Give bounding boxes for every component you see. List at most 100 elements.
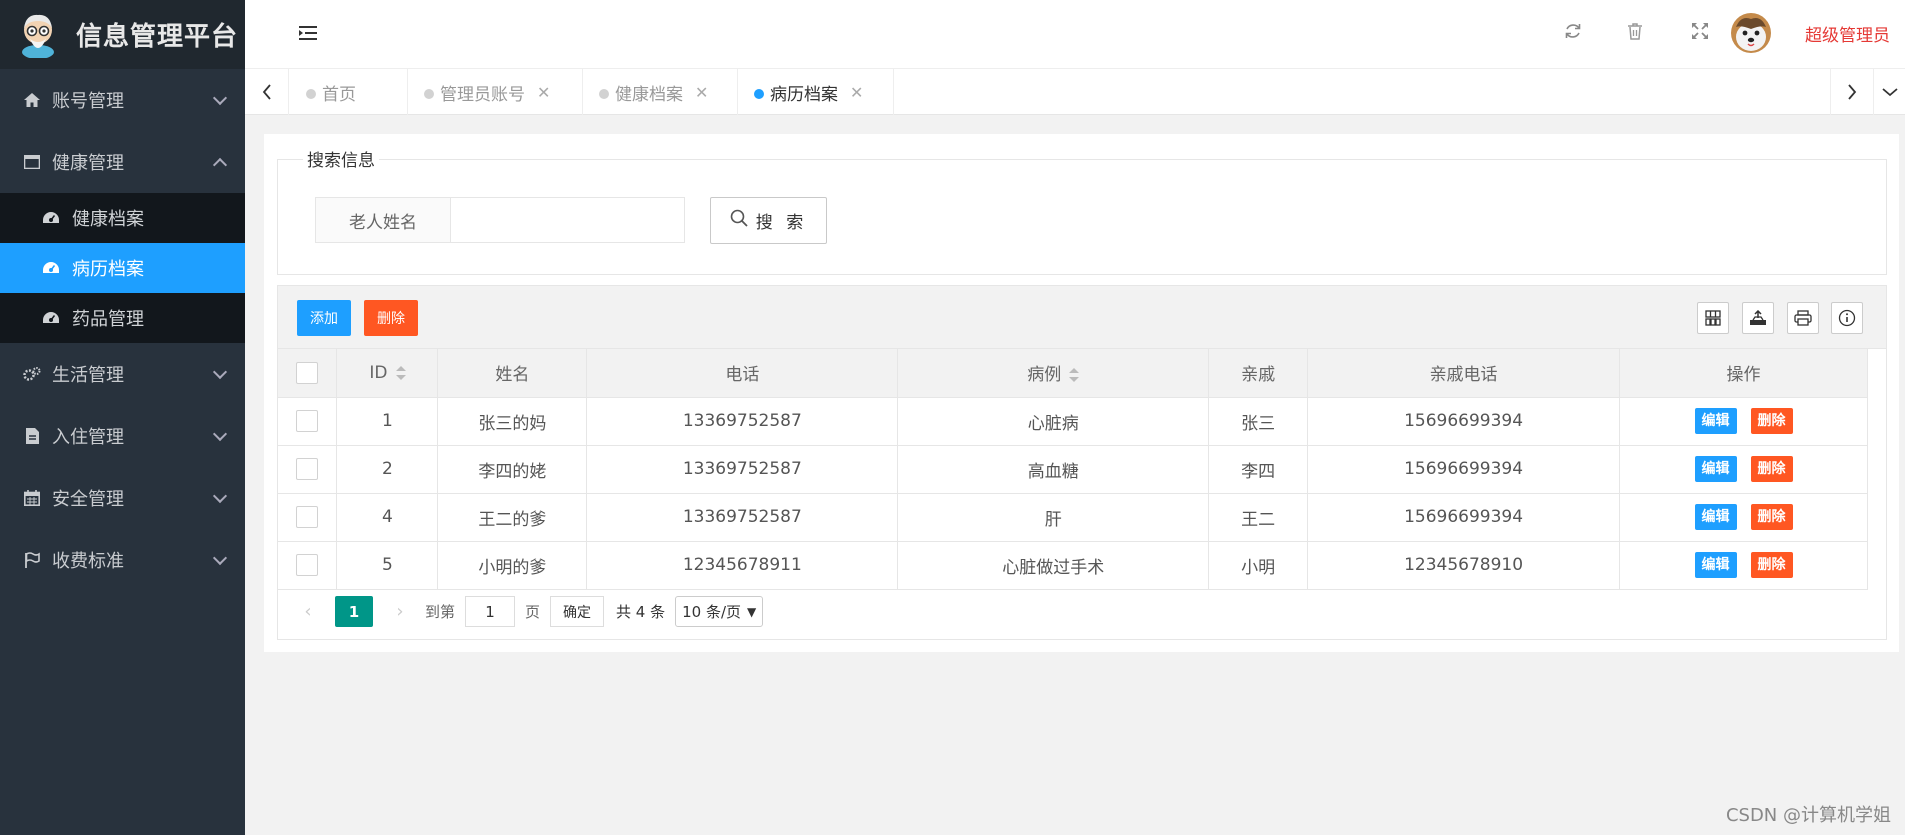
sidebar-item-health-record[interactable]: 健康档案 — [0, 193, 245, 243]
prev-page-icon[interactable]: ‹ — [293, 601, 323, 622]
sidebar-item-label: 健康档案 — [72, 209, 144, 230]
column-header-relative: 亲戚 — [1208, 349, 1309, 398]
next-page-icon[interactable]: › — [385, 601, 415, 622]
gears-icon — [22, 367, 42, 381]
search-panel: 搜索信息 老人姓名 搜 索 — [277, 146, 1887, 275]
edit-button[interactable]: 编辑 — [1694, 552, 1737, 578]
column-header-actions: 操作 — [1619, 349, 1868, 398]
menu-item-label: 健康管理 — [52, 153, 124, 174]
edit-button[interactable]: 编辑 — [1694, 504, 1737, 530]
cell-actions: 编辑 删除 — [1619, 445, 1868, 494]
row-checkbox[interactable] — [296, 506, 319, 528]
table-row: 2 李四的姥 13369752587 高血糖 李四 15696699394 编辑… — [278, 445, 1868, 494]
row-checkbox[interactable] — [296, 554, 319, 576]
sort-icon[interactable] — [1069, 368, 1080, 383]
app-title: 信息管理平台 — [76, 22, 239, 52]
header-select-all[interactable] — [278, 349, 338, 398]
tab-medical-record[interactable]: 病历档案 ✕ — [738, 69, 894, 115]
chevron-down-icon: ▼ — [747, 604, 757, 619]
file-icon — [22, 428, 42, 444]
row-checkbox[interactable] — [296, 458, 319, 480]
tab-label: 健康档案 — [615, 84, 683, 105]
goto-page-input[interactable]: 1 — [465, 596, 516, 627]
menu-item-account[interactable]: 账号管理 — [0, 69, 245, 131]
tab-label: 病历档案 — [770, 84, 838, 105]
delete-button[interactable]: 删除 — [1750, 552, 1793, 578]
menu-item-label: 生活管理 — [52, 365, 124, 386]
column-header-case[interactable]: 病例 — [897, 349, 1210, 398]
tab-home[interactable]: 首页 — [290, 69, 408, 115]
tab-dot-icon — [599, 89, 609, 99]
sidebar: 信息管理平台 账号管理 健康管理 健康档案 病历档案 药品管理 生活管理 入住管… — [0, 0, 245, 835]
menu-item-life[interactable]: 生活管理 — [0, 343, 245, 405]
cell-id: 2 — [336, 445, 439, 494]
sidebar-item-medical-record[interactable]: 病历档案 — [0, 243, 245, 293]
delete-button[interactable]: 删除 — [1750, 456, 1793, 482]
menu-item-fees[interactable]: 收费标准 — [0, 529, 245, 591]
flag-icon — [22, 552, 42, 568]
trash-icon[interactable] — [1627, 22, 1643, 44]
menu-item-health[interactable]: 健康管理 — [0, 131, 245, 193]
row-select-cell — [278, 445, 338, 494]
menu-toggle-icon[interactable] — [299, 25, 317, 45]
add-button[interactable]: 添加 — [297, 300, 351, 336]
cell-case: 心脏做过手术 — [897, 541, 1210, 590]
edit-button[interactable]: 编辑 — [1694, 456, 1737, 482]
info-icon[interactable] — [1831, 302, 1863, 334]
batch-delete-button[interactable]: 删除 — [364, 300, 418, 336]
calendar-icon — [22, 490, 42, 506]
window-icon — [22, 155, 42, 169]
cell-relative-phone: 15696699394 — [1307, 445, 1621, 494]
column-header-phone: 电话 — [586, 349, 899, 398]
sidebar-item-medicine[interactable]: 药品管理 — [0, 293, 245, 343]
delete-button[interactable]: 删除 — [1750, 504, 1793, 530]
search-button[interactable]: 搜 索 — [710, 197, 827, 244]
main-content: 搜索信息 老人姓名 搜 索 添加 删除 ID 姓名 电话 病例 亲戚 亲戚电话 … — [264, 134, 1899, 652]
tab-dot-icon — [306, 89, 316, 99]
user-name-dropdown[interactable]: 超级管理员 — [1805, 21, 1890, 46]
logo-avatar-icon — [18, 12, 58, 59]
page-unit-label: 页 — [525, 603, 541, 621]
cell-relative: 王二 — [1208, 493, 1309, 542]
current-page-button[interactable]: 1 — [335, 596, 373, 627]
print-icon[interactable] — [1787, 302, 1819, 334]
cell-actions: 编辑 删除 — [1619, 493, 1868, 542]
tab-close-icon[interactable]: ✕ — [537, 83, 550, 102]
delete-button[interactable]: 删除 — [1750, 408, 1793, 434]
select-all-checkbox[interactable] — [296, 361, 319, 384]
export-icon[interactable] — [1742, 302, 1774, 334]
chevron-down-icon — [212, 488, 228, 504]
tab-menu-chevron-down-icon[interactable] — [1875, 69, 1905, 115]
home-icon — [22, 93, 42, 107]
tab-close-icon[interactable]: ✕ — [850, 83, 863, 102]
cell-id: 1 — [336, 397, 439, 446]
cell-name: 王二的爹 — [437, 493, 588, 542]
cell-actions: 编辑 删除 — [1619, 541, 1868, 590]
fullscreen-icon[interactable] — [1691, 22, 1709, 44]
tab-health-record[interactable]: 健康档案 ✕ — [583, 69, 738, 115]
cell-case: 心脏病 — [897, 397, 1210, 446]
page-size-select[interactable]: 10 条/页 ▼ — [675, 596, 764, 627]
goto-confirm-button[interactable]: 确定 — [550, 596, 605, 627]
tab-label: 管理员账号 — [440, 84, 525, 105]
cell-name: 张三的妈 — [437, 397, 588, 446]
dashboard-icon — [42, 262, 60, 274]
columns-filter-icon[interactable] — [1697, 302, 1729, 334]
refresh-icon[interactable] — [1564, 22, 1582, 44]
tab-scroll-left-icon[interactable] — [245, 69, 289, 115]
menu-item-checkin[interactable]: 入住管理 — [0, 405, 245, 467]
user-avatar[interactable] — [1731, 13, 1771, 53]
elder-name-input[interactable] — [450, 197, 685, 243]
top-header: 超级管理员 — [245, 0, 1905, 69]
tab-close-icon[interactable]: ✕ — [695, 83, 708, 102]
menu-item-label: 入住管理 — [52, 427, 124, 448]
cell-relative-phone: 12345678910 — [1307, 541, 1621, 590]
tab-admin-account[interactable]: 管理员账号 ✕ — [408, 69, 583, 115]
column-header-id[interactable]: ID — [336, 349, 439, 398]
menu-item-security[interactable]: 安全管理 — [0, 467, 245, 529]
tab-scroll-right-icon[interactable] — [1830, 69, 1874, 115]
sort-icon[interactable] — [395, 365, 406, 380]
row-checkbox[interactable] — [296, 410, 319, 432]
tab-label: 首页 — [322, 84, 356, 105]
edit-button[interactable]: 编辑 — [1694, 408, 1737, 434]
